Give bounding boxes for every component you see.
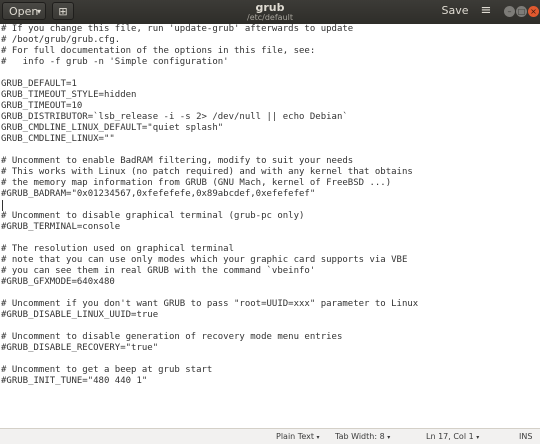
- new-document-button[interactable]: ⊞: [52, 2, 74, 20]
- editor-line[interactable]: # The resolution used on graphical termi…: [0, 244, 540, 255]
- editor-line[interactable]: [0, 68, 540, 79]
- editor-line[interactable]: [0, 354, 540, 365]
- editor-line[interactable]: GRUB_DISTRIBUTOR=`lsb_release -i -s 2> /…: [0, 112, 540, 123]
- editor-line[interactable]: GRUB_CMDLINE_LINUX="": [0, 134, 540, 145]
- editor-line[interactable]: GRUB_DEFAULT=1: [0, 79, 540, 90]
- editor-line[interactable]: #GRUB_TERMINAL=console: [0, 222, 540, 233]
- editor-line[interactable]: # Uncomment to get a beep at grub start: [0, 365, 540, 376]
- insert-mode-indicator[interactable]: INS: [519, 429, 532, 444]
- open-label: Open: [9, 5, 39, 18]
- chevron-down-icon: ▾: [36, 7, 41, 16]
- chevron-down-icon: ▾: [476, 434, 480, 441]
- editor-line[interactable]: # you can see them in real GRUB with the…: [0, 266, 540, 277]
- editor-line[interactable]: [0, 288, 540, 299]
- editor-line[interactable]: # If you change this file, run 'update-g…: [0, 24, 540, 35]
- editor-line[interactable]: GRUB_CMDLINE_LINUX_DEFAULT="quiet splash…: [0, 123, 540, 134]
- save-button[interactable]: Save: [440, 2, 470, 20]
- editor-line[interactable]: [0, 321, 540, 332]
- maximize-icon[interactable]: □: [516, 6, 527, 17]
- editor-line[interactable]: # Uncomment to enable BadRAM filtering, …: [0, 156, 540, 167]
- editor-line[interactable]: # Uncomment to disable graphical termina…: [0, 211, 540, 222]
- editor-line[interactable]: #GRUB_DISABLE_LINUX_UUID=true: [0, 310, 540, 321]
- hamburger-menu-icon[interactable]: ≡: [476, 2, 496, 20]
- editor-line[interactable]: #GRUB_GFXMODE=640x480: [0, 277, 540, 288]
- editor-line[interactable]: # /boot/grub/grub.cfg.: [0, 35, 540, 46]
- editor-line[interactable]: [0, 145, 540, 156]
- editor-line[interactable]: GRUB_TIMEOUT_STYLE=hidden: [0, 90, 540, 101]
- new-document-icon: ⊞: [58, 5, 68, 18]
- editor-line[interactable]: # This works with Linux (no patch requir…: [0, 167, 540, 178]
- status-bar: Plain Text ▾ Tab Width: 8 ▾ Ln 17, Col 1…: [0, 428, 540, 444]
- chevron-down-icon: ▾: [387, 434, 391, 441]
- editor-line[interactable]: #GRUB_DISABLE_RECOVERY="true": [0, 343, 540, 354]
- editor-line[interactable]: #GRUB_BADRAM="0x01234567,0xfefefefe,0x89…: [0, 189, 540, 200]
- editor-line[interactable]: # For full documentation of the options …: [0, 46, 540, 57]
- title-bar: Open ▾ ⊞ grub /etc/default Save ≡ – □ ×: [0, 0, 540, 24]
- editor-line[interactable]: GRUB_TIMEOUT=10: [0, 101, 540, 112]
- editor-line[interactable]: # Uncomment if you don't want GRUB to pa…: [0, 299, 540, 310]
- editor-line[interactable]: # the memory map information from GRUB (…: [0, 178, 540, 189]
- cursor-position-label: Ln 17, Col 1: [426, 432, 474, 441]
- window-subtitle: /etc/default: [247, 13, 293, 22]
- editor-line[interactable]: [0, 200, 540, 211]
- editor-line[interactable]: # note that you can use only modes which…: [0, 255, 540, 266]
- editor-line[interactable]: [0, 233, 540, 244]
- editor-line[interactable]: # info -f grub -n 'Simple configuration': [0, 57, 540, 68]
- text-cursor: [2, 200, 3, 211]
- open-button[interactable]: Open ▾: [2, 2, 46, 20]
- minimize-icon[interactable]: –: [504, 6, 515, 17]
- close-icon[interactable]: ×: [528, 6, 539, 17]
- editor-line[interactable]: #GRUB_INIT_TUNE="480 440 1": [0, 376, 540, 387]
- text-editor[interactable]: # If you change this file, run 'update-g…: [0, 24, 540, 428]
- language-label: Plain Text: [276, 432, 314, 441]
- chevron-down-icon: ▾: [316, 434, 320, 441]
- tab-width-label: Tab Width: 8: [335, 432, 385, 441]
- editor-line[interactable]: # Uncomment to disable generation of rec…: [0, 332, 540, 343]
